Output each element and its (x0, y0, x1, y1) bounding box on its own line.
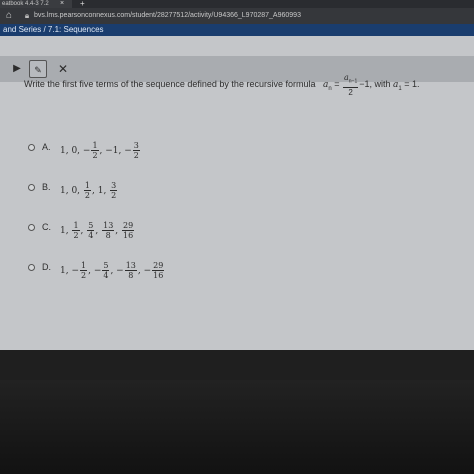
option-letter: A. (42, 142, 51, 152)
option-text: 1, 0, (60, 186, 83, 196)
option-letter: D. (42, 262, 51, 272)
fraction: 13 8 (124, 261, 137, 280)
question-text: Write the first five terms of the sequen… (24, 73, 420, 97)
lock-icon: 🔒︎ (24, 11, 30, 20)
fraction: 54 (87, 221, 95, 240)
fraction: 29 16 (122, 221, 135, 240)
option-value: 1, 0, 12, 1, 32 (60, 178, 118, 204)
option-text: , − (110, 266, 124, 276)
option-text: , (115, 226, 122, 236)
a1-value: = 1. (401, 79, 420, 90)
option-value: 1, 12, 54, 13 8, 29 16 (60, 218, 135, 244)
formula-tail: −1, (359, 79, 373, 90)
option-text: , − (137, 266, 152, 276)
option-text: , −1, − (99, 146, 132, 156)
fraction: 13 8 (102, 221, 115, 240)
option-value: 1, −1 2, −5 4, −13 8, −29 16 (60, 258, 165, 284)
fraction: 12 (83, 181, 91, 200)
with-text: with (372, 79, 394, 90)
browser-tab-title: eatbook 4.4-3 7.2 (2, 1, 49, 7)
breadcrumb: and Series / 7.1: Sequences (0, 24, 474, 36)
fraction: 12 (91, 141, 99, 160)
browser-tab[interactable]: eatbook 4.4-3 7.2 × (0, 0, 72, 8)
option-text: , (80, 226, 87, 236)
radio-button[interactable] (28, 184, 35, 191)
option-text: 1, 0, − (60, 146, 91, 156)
browser-tab-bar: eatbook 4.4-3 7.2 × + (0, 0, 474, 8)
option-text: 1, (60, 226, 72, 236)
tab-close-icon[interactable]: × (60, 0, 64, 8)
radio-button[interactable] (28, 144, 35, 151)
breadcrumb-text: and Series / 7.1: Sequences (3, 25, 104, 34)
formula-equals: = (331, 79, 340, 90)
option-text: , (95, 226, 102, 236)
fraction: 32 (132, 141, 140, 160)
fraction: 29 16 (152, 261, 165, 280)
home-icon[interactable]: ⌂ (3, 10, 15, 22)
option-letter: C. (42, 222, 51, 232)
formula-fraction: an−1 2 (342, 73, 359, 97)
option-text: , 1, (92, 186, 110, 196)
fraction: 12 (80, 261, 88, 280)
address-bar: ⌂ 🔒︎ bvs.lms.pearsonconnexus.com/student… (0, 8, 474, 24)
option-value: 1, 0, −1 2, −1, −3 2 (60, 138, 141, 164)
radio-button[interactable] (28, 264, 35, 271)
url-field[interactable]: bvs.lms.pearsonconnexus.com/student/2827… (34, 11, 301, 21)
screen-shadow (0, 380, 474, 474)
option-letter: B. (42, 182, 51, 192)
formula-num-sub: n−1 (348, 78, 358, 85)
new-tab-icon[interactable]: + (80, 0, 85, 8)
radio-button[interactable] (28, 224, 35, 231)
formula-den: 2 (348, 87, 353, 97)
option-text: , − (88, 266, 102, 276)
question-prefix: Write the first five terms of the sequen… (24, 79, 316, 90)
fraction: 12 (72, 221, 80, 240)
option-text: 1, − (60, 266, 79, 276)
fraction: 54 (102, 261, 110, 280)
fraction: 32 (110, 181, 118, 200)
